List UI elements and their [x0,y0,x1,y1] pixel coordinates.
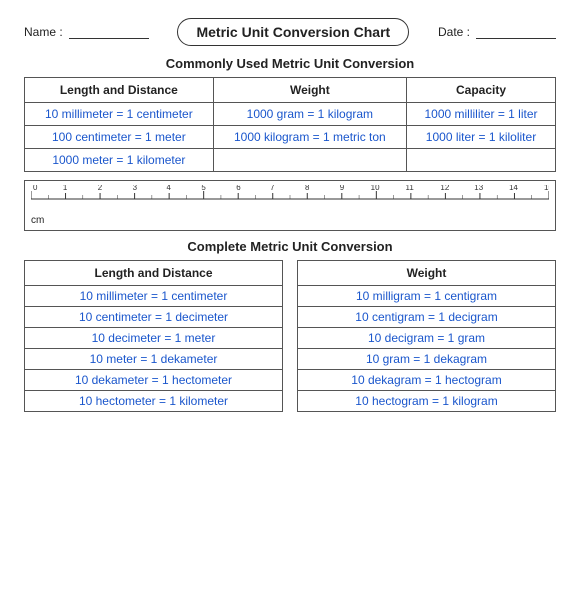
table-row: 10 meter = 1 dekameter [25,349,283,370]
svg-text:1: 1 [63,185,68,192]
svg-text:7: 7 [270,185,275,192]
svg-text:9: 9 [340,185,345,192]
cell-weight-3 [213,149,406,172]
weight-row-1: 10 milligram = 1 centigram [298,286,556,307]
weight-row-6: 10 hectogram = 1 kilogram [298,391,556,412]
cell-length-1: 10 millimeter = 1 centimeter [25,103,214,126]
cell-weight-2: 1000 kilogram = 1 metric ton [213,126,406,149]
page-title: Metric Unit Conversion Chart [177,18,409,46]
svg-text:5: 5 [201,185,206,192]
name-field: Name : [24,25,149,39]
weight-row-5: 10 dekagram = 1 hectogram [298,370,556,391]
col-length: Length and Distance [25,78,214,103]
date-label: Date : [438,25,470,39]
table-row: 10 millimeter = 1 centimeter [25,286,283,307]
ruler-svg: 0 1 2 3 4 5 6 [31,185,549,213]
date-field: Date : [438,25,556,39]
table-row: 10 dekagram = 1 hectogram [298,370,556,391]
common-section-title: Commonly Used Metric Unit Conversion [24,56,556,71]
length-row-5: 10 dekameter = 1 hectometer [25,370,283,391]
name-underline [69,25,149,39]
table-row: 10 hectogram = 1 kilogram [298,391,556,412]
col-capacity: Capacity [407,78,556,103]
cell-length-3: 1000 meter = 1 kilometer [25,149,214,172]
col-weight: Weight [213,78,406,103]
complete-weight-table: Weight 10 milligram = 1 centigram 10 cen… [297,260,556,412]
table-row: 10 hectometer = 1 kilometer [25,391,283,412]
length-row-1: 10 millimeter = 1 centimeter [25,286,283,307]
ruler-label: cm [31,215,549,226]
cell-length-2: 100 centimeter = 1 meter [25,126,214,149]
complete-length-table: Length and Distance 10 millimeter = 1 ce… [24,260,283,412]
svg-text:15: 15 [544,185,549,192]
weight-row-2: 10 centigram = 1 decigram [298,307,556,328]
table-row: 1000 meter = 1 kilometer [25,149,556,172]
cell-capacity-3 [407,149,556,172]
table-row: 10 dekameter = 1 hectometer [25,370,283,391]
svg-text:4: 4 [166,185,171,192]
weight-row-4: 10 gram = 1 dekagram [298,349,556,370]
table-row: 10 centimeter = 1 decimeter [25,307,283,328]
table-row: 10 decimeter = 1 meter [25,328,283,349]
ruler: 0 1 2 3 4 5 6 [31,185,549,213]
length-row-4: 10 meter = 1 dekameter [25,349,283,370]
cell-weight-1: 1000 gram = 1 kilogram [213,103,406,126]
length-row-2: 10 centimeter = 1 decimeter [25,307,283,328]
svg-text:11: 11 [406,185,415,192]
complete-tables-container: Length and Distance 10 millimeter = 1 ce… [24,260,556,412]
complete-section-title: Complete Metric Unit Conversion [24,239,556,254]
table-row: 10 decigram = 1 gram [298,328,556,349]
svg-text:14: 14 [509,185,518,192]
table-row: 100 centimeter = 1 meter 1000 kilogram =… [25,126,556,149]
svg-text:0: 0 [33,185,38,192]
page-header: Name : Metric Unit Conversion Chart Date… [24,18,556,46]
svg-text:3: 3 [133,185,138,192]
table-row: 10 centigram = 1 decigram [298,307,556,328]
table-row: 10 millimeter = 1 centimeter 1000 gram =… [25,103,556,126]
table-row: 10 gram = 1 dekagram [298,349,556,370]
svg-text:2: 2 [98,185,103,192]
length-row-3: 10 decimeter = 1 meter [25,328,283,349]
svg-text:13: 13 [474,185,483,192]
length-row-6: 10 hectometer = 1 kilometer [25,391,283,412]
cell-capacity-2: 1000 liter = 1 kiloliter [407,126,556,149]
svg-text:6: 6 [236,185,241,192]
complete-col-length: Length and Distance [25,261,283,286]
name-label: Name : [24,25,63,39]
complete-col-weight: Weight [298,261,556,286]
table-row: 10 milligram = 1 centigram [298,286,556,307]
ruler-container: 0 1 2 3 4 5 6 [24,180,556,231]
cell-capacity-1: 1000 milliliter = 1 liter [407,103,556,126]
svg-text:10: 10 [371,185,380,192]
svg-text:8: 8 [305,185,310,192]
weight-row-3: 10 decigram = 1 gram [298,328,556,349]
svg-text:12: 12 [440,185,449,192]
common-conversion-table: Length and Distance Weight Capacity 10 m… [24,77,556,172]
date-underline [476,25,556,39]
